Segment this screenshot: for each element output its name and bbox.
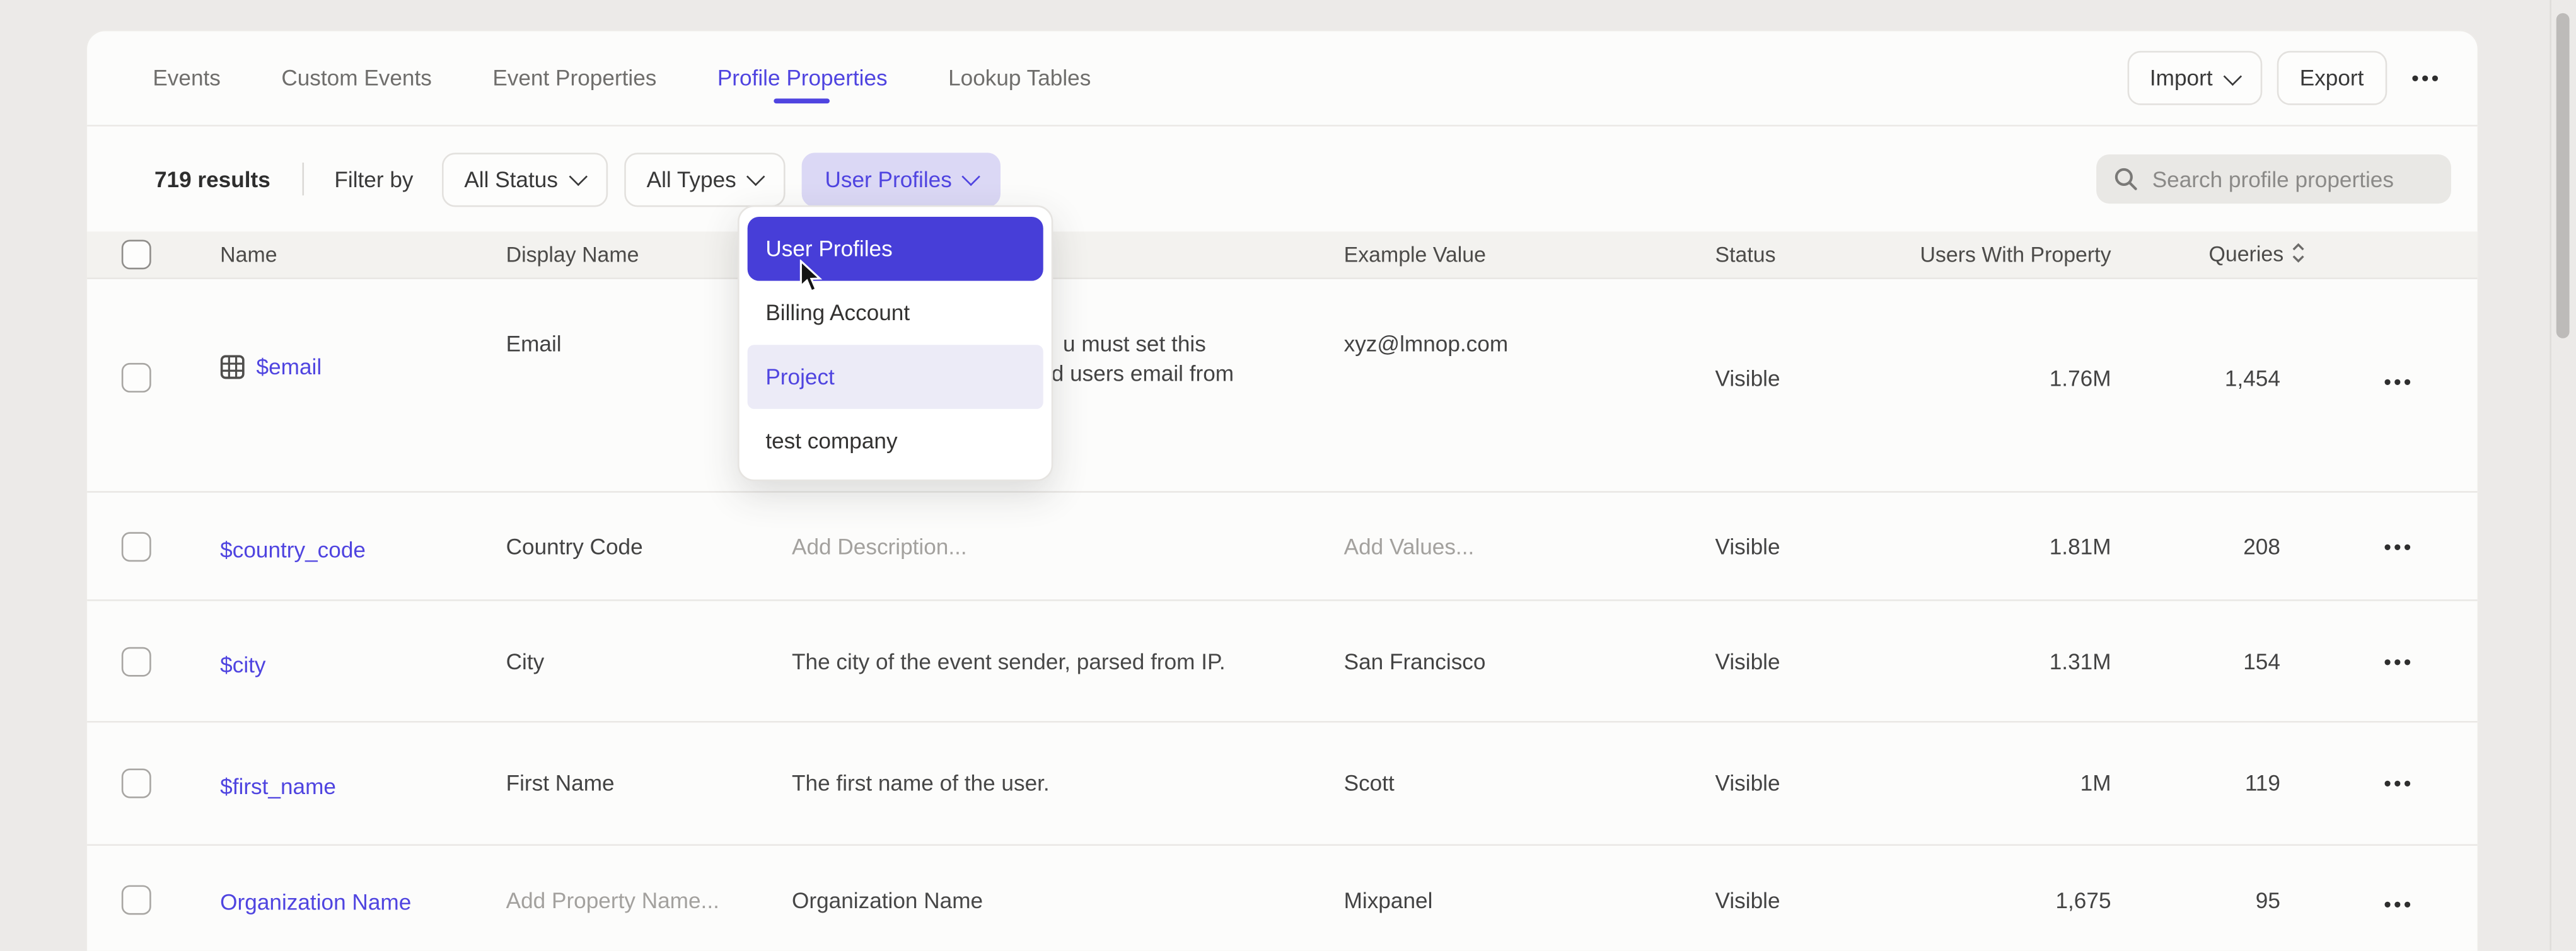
- entity-filter-dropdown: User Profiles Billing Account Project te…: [738, 205, 1053, 481]
- users-with-property-cell: 1M: [1743, 771, 2111, 795]
- search-input[interactable]: Search profile properties: [2096, 154, 2451, 204]
- active-tab-underline: [774, 98, 830, 103]
- dropdown-item-test-company[interactable]: test company: [748, 409, 1043, 473]
- toolbar: Import Export •••: [2126, 51, 2441, 105]
- row-checkbox[interactable]: [122, 885, 151, 915]
- description-cell[interactable]: Organization Name: [792, 889, 983, 913]
- row-overflow-menu-icon[interactable]: •••: [2384, 648, 2413, 673]
- table-header: Name Display Name Example Value Status U…: [87, 231, 2478, 279]
- results-count: 719 results: [154, 166, 270, 191]
- property-name-text: $email: [257, 355, 322, 379]
- export-button[interactable]: Export: [2277, 51, 2387, 105]
- import-button[interactable]: Import: [2126, 51, 2261, 105]
- users-with-property-cell: 1.81M: [1743, 534, 2111, 558]
- row-checkbox[interactable]: [122, 646, 151, 676]
- row-overflow-menu-icon[interactable]: •••: [2384, 534, 2413, 558]
- queries-cell: 119: [2124, 771, 2280, 795]
- divider: [301, 163, 303, 195]
- filter-by-label: Filter by: [334, 166, 413, 191]
- select-all-checkbox[interactable]: [122, 239, 151, 269]
- description-cell[interactable]: u must set this: [1063, 331, 1206, 356]
- column-header-name[interactable]: Name: [220, 242, 277, 267]
- status-filter-label: All Status: [464, 166, 558, 191]
- entity-filter-button[interactable]: User Profiles: [802, 152, 1001, 206]
- tab-custom-events[interactable]: Custom Events: [281, 66, 432, 90]
- property-name-link[interactable]: $country_code: [220, 537, 366, 562]
- display-name-cell[interactable]: Country Code: [506, 534, 643, 558]
- property-name-link[interactable]: $first_name: [220, 775, 336, 799]
- row-checkbox[interactable]: [122, 769, 151, 798]
- table-row[interactable]: $city City The city of the event sender,…: [87, 601, 2478, 723]
- example-value-cell[interactable]: Mixpanel: [1344, 889, 1433, 913]
- dropdown-item-user-profiles[interactable]: User Profiles: [748, 217, 1043, 281]
- column-header-queries-label: Queries: [2209, 241, 2284, 266]
- row-overflow-menu-icon[interactable]: •••: [2384, 771, 2413, 795]
- queries-cell: 154: [2124, 648, 2280, 673]
- type-filter-label: All Types: [647, 166, 736, 191]
- description-cell[interactable]: Add Description...: [792, 534, 967, 558]
- sort-icon[interactable]: [2292, 243, 2305, 268]
- scrollbar-track: [2550, 0, 2551, 951]
- row-checkbox[interactable]: [122, 363, 151, 393]
- properties-card: Events Custom Events Event Properties Pr…: [86, 30, 2480, 951]
- description-cell[interactable]: The city of the event sender, parsed fro…: [792, 648, 1226, 673]
- page: Events Custom Events Event Properties Pr…: [0, 0, 2576, 951]
- dropdown-item-billing-account[interactable]: Billing Account: [748, 281, 1043, 345]
- tab-bar: Events Custom Events Event Properties Pr…: [87, 32, 2478, 127]
- search-icon: [2115, 168, 2137, 190]
- tab-profile-properties-label: Profile Properties: [717, 66, 888, 90]
- overflow-menu-icon[interactable]: •••: [2411, 66, 2441, 90]
- column-header-users-with-property[interactable]: Users With Property: [1743, 242, 2111, 267]
- chevron-down-icon: [746, 168, 765, 186]
- entity-filter-label: User Profiles: [825, 166, 951, 191]
- column-header-example-value[interactable]: Example Value: [1344, 242, 1486, 267]
- table-row[interactable]: $country_code Country Code Add Descripti…: [87, 493, 2478, 601]
- type-filter-button[interactable]: All Types: [624, 152, 786, 206]
- table-grid-icon: [220, 355, 245, 379]
- row-overflow-menu-icon[interactable]: •••: [2384, 369, 2413, 394]
- tab-profile-properties[interactable]: Profile Properties: [717, 66, 888, 90]
- status-filter-button[interactable]: All Status: [441, 152, 607, 206]
- display-name-cell[interactable]: City: [506, 648, 545, 673]
- import-button-label: Import: [2150, 66, 2213, 90]
- users-with-property-cell: 1.76M: [1743, 366, 2111, 391]
- column-header-display-name[interactable]: Display Name: [506, 242, 639, 267]
- mouse-cursor: [798, 260, 823, 303]
- search-placeholder: Search profile properties: [2152, 166, 2394, 191]
- description-cell[interactable]: d users email from: [1052, 361, 1234, 386]
- scrollbar-thumb[interactable]: [2556, 13, 2570, 338]
- filter-bar: 719 results Filter by All Status All Typ…: [87, 127, 2478, 232]
- property-name-link[interactable]: $email: [220, 355, 322, 379]
- tab-lookup-tables[interactable]: Lookup Tables: [948, 66, 1091, 90]
- display-name-cell[interactable]: First Name: [506, 771, 615, 795]
- display-name-cell[interactable]: Add Property Name...: [506, 889, 719, 913]
- chevron-down-icon: [962, 168, 980, 186]
- table-row[interactable]: Organization Name Add Property Name... O…: [87, 846, 2478, 951]
- example-value-cell[interactable]: xyz@lmnop.com: [1344, 331, 1509, 356]
- users-with-property-cell: 1,675: [1743, 889, 2111, 913]
- example-value-cell[interactable]: Scott: [1344, 771, 1395, 795]
- tab-event-properties[interactable]: Event Properties: [492, 66, 656, 90]
- export-button-label: Export: [2300, 66, 2364, 90]
- chevron-down-icon: [2223, 66, 2241, 84]
- example-value-cell[interactable]: San Francisco: [1344, 648, 1486, 673]
- property-name-link[interactable]: Organization Name: [220, 890, 411, 914]
- chevron-down-icon: [568, 168, 586, 186]
- tab-events[interactable]: Events: [153, 66, 221, 90]
- table-row[interactable]: $email Email u must set this d users ema…: [87, 279, 2478, 493]
- property-name-link[interactable]: $city: [220, 652, 265, 677]
- display-name-cell[interactable]: Email: [506, 331, 562, 356]
- row-checkbox[interactable]: [122, 531, 151, 561]
- column-header-queries[interactable]: Queries: [2124, 241, 2305, 268]
- row-overflow-menu-icon[interactable]: •••: [2384, 892, 2413, 916]
- table-row[interactable]: $first_name First Name The first name of…: [87, 723, 2478, 846]
- dropdown-item-project[interactable]: Project: [748, 345, 1043, 409]
- queries-cell: 208: [2124, 534, 2280, 558]
- queries-cell: 95: [2124, 889, 2280, 913]
- example-value-cell[interactable]: Add Values...: [1344, 534, 1475, 558]
- description-cell[interactable]: The first name of the user.: [792, 771, 1050, 795]
- users-with-property-cell: 1.31M: [1743, 648, 2111, 673]
- queries-cell: 1,454: [2124, 366, 2280, 391]
